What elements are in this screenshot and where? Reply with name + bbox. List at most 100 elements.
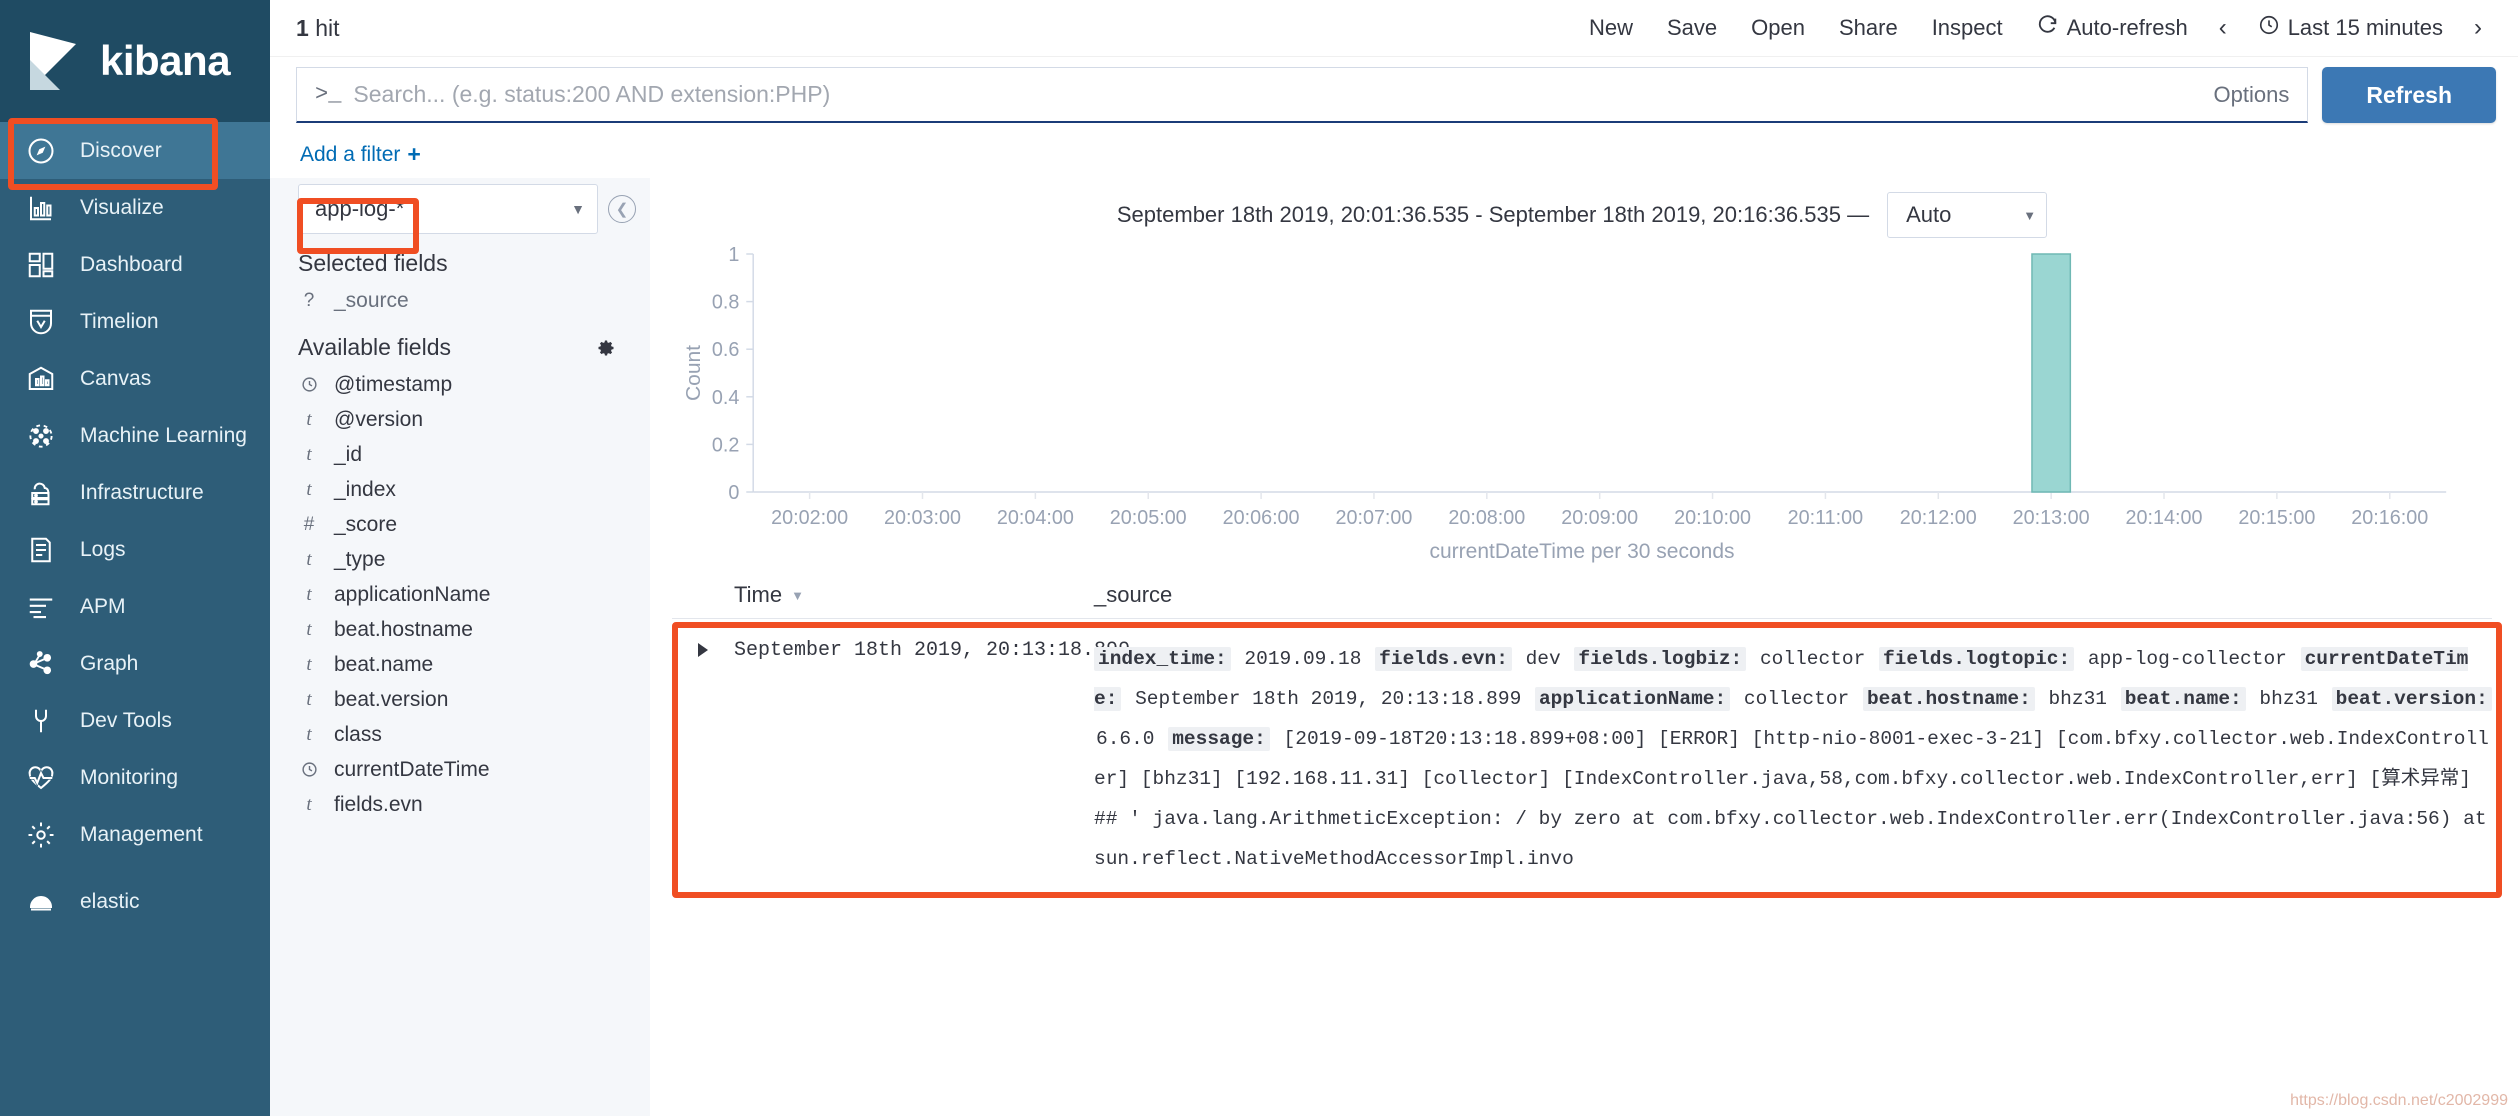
source-field-value: 6.6.0: [1096, 728, 1167, 750]
bar-chart-icon: [24, 191, 58, 225]
machine-learning-icon: [24, 419, 58, 453]
field-type-string-icon: t: [306, 478, 312, 500]
interval-value: Auto: [1906, 202, 1952, 227]
search-bar[interactable]: >_ Options: [296, 67, 2309, 123]
svg-text:20:04:00: 20:04:00: [997, 507, 1074, 529]
add-filter-label: Add a filter: [300, 142, 401, 166]
sidebar-item-label: Monitoring: [80, 765, 179, 789]
save-button[interactable]: Save: [1650, 15, 1734, 41]
kibana-brand[interactable]: kibana: [0, 0, 270, 122]
field-name: _source: [334, 288, 409, 312]
share-button[interactable]: Share: [1822, 15, 1915, 41]
field-name: beat.name: [334, 652, 434, 676]
field-item-fields-evn[interactable]: t fields.evn: [270, 787, 650, 822]
field-name: _score: [334, 512, 398, 536]
field-item-type[interactable]: t _type: [270, 542, 650, 577]
field-type-string-icon: t: [306, 408, 312, 430]
field-name: fields.evn: [334, 792, 423, 816]
sidebar-item-management[interactable]: Management: [0, 806, 270, 863]
options-button[interactable]: Options: [2198, 82, 2290, 108]
sidebar-item-infrastructure[interactable]: Infrastructure: [0, 464, 270, 521]
doc-table-header: Time ▼ _source: [672, 564, 2492, 619]
sidebar-item-timelion[interactable]: Timelion: [0, 293, 270, 350]
interval-select[interactable]: Auto ▼: [1887, 192, 2048, 238]
sidebar-item-dev-tools[interactable]: Dev Tools: [0, 692, 270, 749]
sidebar-item-visualize[interactable]: Visualize: [0, 179, 270, 236]
column-header-source: _source: [1094, 582, 1173, 607]
field-item-beat-name[interactable]: t beat.name: [270, 647, 650, 682]
svg-text:20:08:00: 20:08:00: [1448, 507, 1525, 529]
sidebar-item-logs[interactable]: Logs: [0, 521, 270, 578]
field-settings-gear-icon[interactable]: [596, 338, 616, 358]
sidebar-item-dashboard[interactable]: Dashboard: [0, 236, 270, 293]
field-item-applicationName[interactable]: t applicationName: [270, 577, 650, 612]
inspect-button[interactable]: Inspect: [1915, 15, 2020, 41]
sidebar-item-discover[interactable]: Discover: [0, 122, 270, 179]
hit-count-label: hit: [315, 14, 340, 41]
sidebar-item-canvas[interactable]: Canvas: [0, 350, 270, 407]
field-item-class[interactable]: t class: [270, 717, 650, 752]
svg-text:0.8: 0.8: [712, 292, 739, 314]
expand-row-button[interactable]: [672, 639, 734, 879]
refresh-button[interactable]: Refresh: [2322, 67, 2496, 123]
field-name: @version: [334, 407, 424, 431]
auto-refresh-button[interactable]: Auto-refresh: [2020, 14, 2205, 42]
field-item-id[interactable]: t _id: [270, 437, 650, 472]
available-fields-label: Available fields: [298, 334, 452, 360]
sidebar-item-label: Discover: [80, 138, 162, 162]
field-panel: app-log-* ▼ ❮ Selected fields ? _source …: [270, 178, 650, 1116]
sidebar-item-graph[interactable]: Graph: [0, 635, 270, 692]
source-field-key: fields.logtopic:: [1878, 647, 2075, 671]
dashboard-icon: [24, 248, 58, 282]
sidebar-item-monitoring[interactable]: Monitoring: [0, 749, 270, 806]
time-next-button[interactable]: ›: [2460, 14, 2496, 42]
field-item-version[interactable]: t @version: [270, 402, 650, 437]
top-bar-actions: New Save Open Share Inspect Auto-refresh…: [1572, 14, 2496, 42]
selected-fields-header: Selected fields: [270, 234, 650, 283]
add-filter-button[interactable]: Add a filter +: [300, 141, 421, 168]
field-type-string-icon: t: [306, 443, 312, 465]
sidebar-item-label: Timelion: [80, 309, 159, 333]
infrastructure-icon: [24, 476, 58, 510]
time-prev-button[interactable]: ‹: [2205, 14, 2241, 42]
field-item-_source[interactable]: ? _source: [270, 283, 650, 318]
index-pattern-row: app-log-* ▼ ❮: [270, 184, 650, 234]
open-button[interactable]: Open: [1734, 15, 1822, 41]
gear-icon: [24, 818, 58, 852]
histogram-chart[interactable]: 0 0.2 0.4 0.6 0.8 1 Count 20:02:00 20:03:00 20:04…: [682, 244, 2462, 544]
chart-header: September 18th 2019, 20:01:36.535 - Sept…: [672, 178, 2492, 244]
time-picker-button[interactable]: Last 15 minutes: [2241, 14, 2460, 42]
new-button[interactable]: New: [1572, 15, 1650, 41]
index-pattern-select[interactable]: app-log-* ▼: [298, 184, 598, 234]
svg-text:20:16:00: 20:16:00: [2351, 507, 2428, 529]
column-header-time[interactable]: Time ▼: [734, 582, 1094, 608]
sidebar-item-machine-learning[interactable]: Machine Learning: [0, 407, 270, 464]
sidebar-item-label: APM: [80, 594, 126, 618]
field-item-index[interactable]: t _index: [270, 472, 650, 507]
svg-text:20:14:00: 20:14:00: [2126, 507, 2203, 529]
svg-text:20:06:00: 20:06:00: [1223, 507, 1300, 529]
field-item-score[interactable]: # _score: [270, 507, 650, 542]
field-item-currentDateTime[interactable]: currentDateTime: [270, 752, 650, 787]
field-name: currentDateTime: [334, 757, 490, 781]
hit-count-number: 1: [296, 14, 309, 41]
field-item-timestamp[interactable]: @timestamp: [270, 367, 650, 402]
collapse-sidebar-button[interactable]: ❮: [608, 195, 636, 223]
field-type-number-icon: #: [303, 513, 315, 535]
field-item-beat-version[interactable]: t beat.version: [270, 682, 650, 717]
available-fields-header: Available fields: [270, 318, 650, 367]
canvas-icon: [24, 362, 58, 396]
search-input[interactable]: [353, 81, 2198, 108]
sidebar-item-apm[interactable]: APM: [0, 578, 270, 635]
source-field-key: fields.logbiz:: [1574, 647, 1747, 671]
source-field-value: collector: [1732, 688, 1861, 710]
field-item-beat-hostname[interactable]: t beat.hostname: [270, 612, 650, 647]
kibana-app: kibana Discover Visualize Dashboard Time: [0, 0, 2518, 1116]
field-type-string-icon: t: [306, 793, 312, 815]
doc-time-value: September 18th 2019, 20:13:18.899: [734, 639, 1131, 662]
chevron-down-icon: ▼: [571, 201, 585, 217]
top-bar: 1 hit New Save Open Share Inspect Auto-r…: [270, 0, 2518, 57]
table-row[interactable]: September 18th 2019, 20:13:18.899 index_…: [672, 619, 2492, 899]
sidebar-item-elastic[interactable]: elastic: [0, 873, 270, 930]
selected-fields-label: Selected fields: [298, 250, 448, 276]
